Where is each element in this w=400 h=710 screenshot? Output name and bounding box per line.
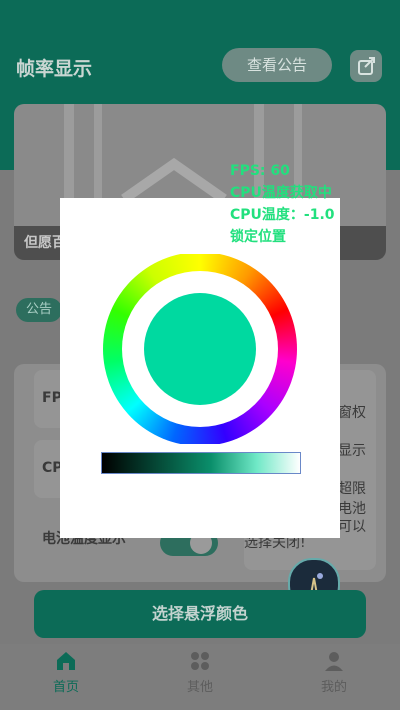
share-icon: [358, 57, 375, 75]
app-title: 帧率显示: [16, 58, 93, 80]
grid-icon: [191, 652, 209, 670]
nav-mine-label: 我的: [320, 680, 347, 695]
nav-mine[interactable]: 我的: [304, 650, 364, 695]
brightness-slider[interactable]: [101, 452, 301, 474]
choose-float-color-button[interactable]: 选择悬浮颜色: [34, 590, 366, 638]
fps-overlay[interactable]: FPS: 60 CPU温度获取中 CPU温度：-1.0 锁定位置: [230, 160, 335, 248]
selected-color-swatch: [144, 293, 256, 405]
nav-home[interactable]: 首页: [36, 650, 96, 695]
color-wheel[interactable]: [100, 254, 300, 444]
share-button[interactable]: [350, 50, 382, 82]
overlay-lock-position[interactable]: 锁定位置: [230, 226, 335, 248]
overlay-fps: FPS: 60: [230, 163, 290, 179]
view-notice-button[interactable]: 查看公告: [222, 48, 332, 82]
info-line-5: 可以: [338, 519, 366, 535]
nav-home-label: 首页: [52, 680, 79, 695]
overlay-cpu-temp: CPU温度：-1.0: [230, 207, 335, 223]
home-icon: [57, 652, 75, 670]
notice-tag: 公告: [16, 298, 62, 322]
overlay-cpu-status: CPU温度获取中: [230, 185, 332, 201]
info-line-3: 超限: [338, 481, 366, 497]
nav-other-label: 其他: [186, 680, 213, 695]
info-line-4: 电池: [338, 501, 366, 517]
info-line-2: 显示: [338, 443, 366, 459]
user-icon: [325, 652, 343, 671]
info-line-1: 窗权: [338, 405, 366, 421]
nav-other[interactable]: 其他: [170, 650, 230, 695]
